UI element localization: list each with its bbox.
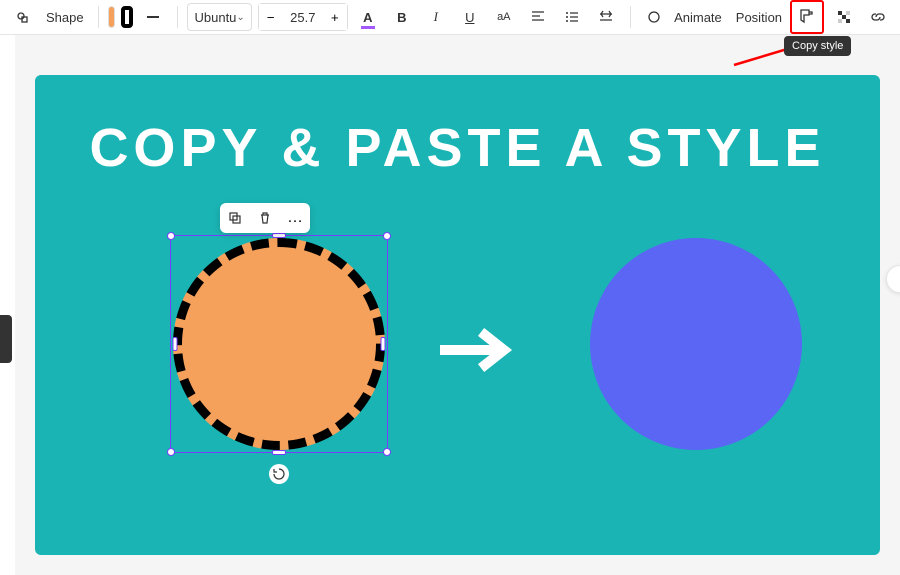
selection-bounding-box[interactable]: [170, 235, 388, 453]
design-canvas[interactable]: COPY & PASTE A STYLE: [35, 75, 880, 555]
italic-button[interactable]: I: [422, 3, 450, 31]
arrow-right-icon[interactable]: [440, 327, 516, 373]
copy-style-tooltip: Copy style: [784, 36, 851, 56]
resize-edge-top[interactable]: [272, 233, 286, 238]
toolbar: Shape Ubuntu ⌄ − 25.7 + A B I U aA: [0, 0, 900, 35]
resize-edge-bottom[interactable]: [272, 450, 286, 455]
more-icon[interactable]: …: [284, 209, 306, 227]
spacing-button[interactable]: [592, 3, 620, 31]
duplicate-icon[interactable]: [224, 211, 246, 225]
resize-handle-bl[interactable]: [167, 448, 175, 456]
add-page-button[interactable]: [886, 265, 900, 293]
underline-button[interactable]: U: [456, 3, 484, 31]
resize-edge-left[interactable]: [173, 337, 178, 351]
font-name-value: Ubuntu: [194, 10, 236, 25]
resize-edge-right[interactable]: [381, 337, 386, 351]
link-button[interactable]: [864, 3, 892, 31]
floating-context-menu: …: [220, 203, 310, 233]
circle-shape-right[interactable]: [590, 238, 802, 450]
rotate-handle[interactable]: [269, 464, 289, 484]
border-style-button[interactable]: [139, 3, 167, 31]
chevron-down-icon: ⌄: [236, 12, 244, 23]
uppercase-button[interactable]: aA: [490, 3, 518, 31]
resize-handle-br[interactable]: [383, 448, 391, 456]
font-size-increment[interactable]: +: [323, 4, 347, 30]
resize-handle-tl[interactable]: [167, 232, 175, 240]
font-family-select[interactable]: Ubuntu ⌄: [187, 3, 251, 31]
stroke-color-swatch[interactable]: [121, 6, 133, 28]
canvas-area[interactable]: COPY & PASTE A STYLE: [15, 35, 900, 575]
list-button[interactable]: [558, 3, 586, 31]
copy-style-button[interactable]: [793, 3, 821, 31]
shape-label[interactable]: Shape: [42, 10, 88, 25]
edit-shape-icon[interactable]: [8, 3, 36, 31]
animate-button[interactable]: Animate: [674, 10, 722, 25]
alignment-button[interactable]: [524, 3, 552, 31]
fill-color-swatch[interactable]: [108, 6, 115, 28]
bold-button[interactable]: B: [388, 3, 416, 31]
position-button[interactable]: Position: [734, 10, 784, 25]
transparency-button[interactable]: [830, 3, 858, 31]
copy-style-highlight: Copy style: [790, 0, 824, 34]
side-panel-toggle[interactable]: [0, 315, 12, 363]
resize-handle-tr[interactable]: [383, 232, 391, 240]
font-size-value[interactable]: 25.7: [283, 10, 323, 25]
text-color-button[interactable]: A: [354, 3, 382, 31]
delete-icon[interactable]: [254, 211, 276, 225]
font-size-decrement[interactable]: −: [259, 4, 283, 30]
effects-icon[interactable]: [640, 3, 668, 31]
font-size-stepper[interactable]: − 25.7 +: [258, 3, 348, 31]
headline-text[interactable]: COPY & PASTE A STYLE: [35, 75, 880, 179]
side-rail: [0, 35, 15, 575]
workspace: COPY & PASTE A STYLE: [0, 35, 900, 575]
